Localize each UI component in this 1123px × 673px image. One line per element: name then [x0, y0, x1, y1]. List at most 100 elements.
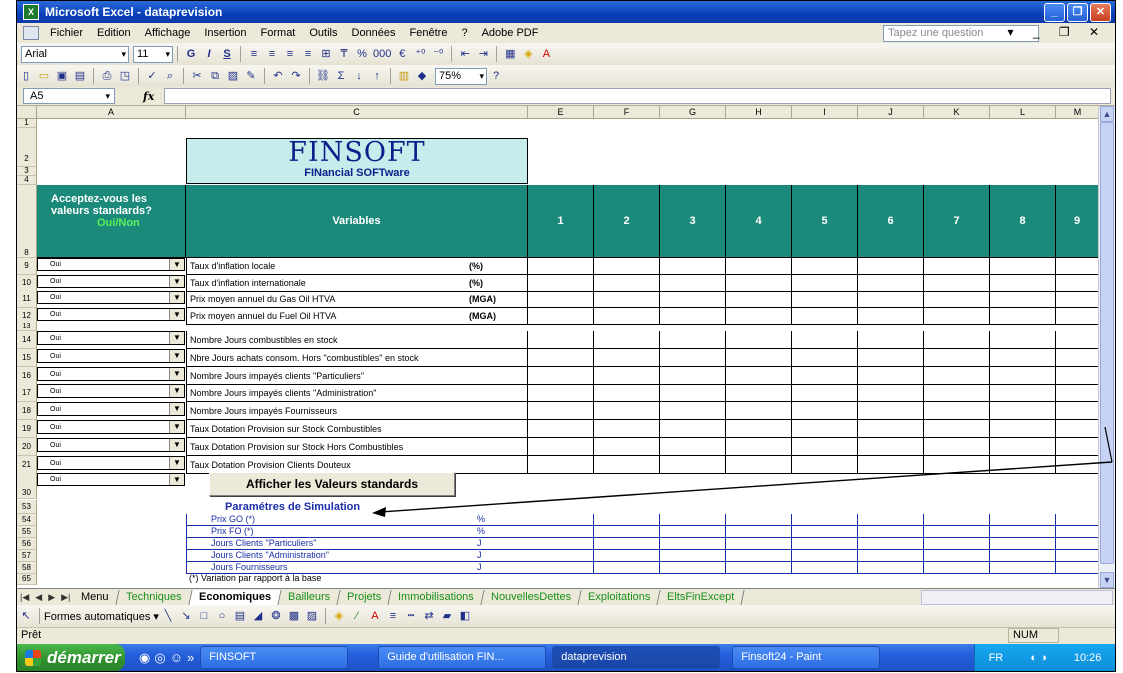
font-size-select[interactable]: 11: [133, 45, 173, 63]
simulation-value-cell[interactable]: [1056, 550, 1099, 562]
font-name-select[interactable]: Arial: [21, 45, 129, 63]
column-header[interactable]: G: [660, 106, 726, 119]
value-cell[interactable]: [726, 348, 792, 367]
value-cell[interactable]: [660, 291, 726, 308]
value-cell[interactable]: [660, 437, 726, 456]
value-cell[interactable]: [858, 274, 924, 292]
value-cell[interactable]: [528, 331, 594, 349]
value-cell[interactable]: [660, 384, 726, 403]
value-cell[interactable]: [528, 402, 594, 421]
simulation-value-cell[interactable]: [792, 550, 858, 562]
dropdown-arrow-icon[interactable]: ▼: [169, 259, 184, 270]
simulation-value-cell[interactable]: [726, 514, 792, 526]
variable-label-cell[interactable]: Taux Dotation Provision Clients Douteux: [186, 455, 528, 474]
merge-center-icon[interactable]: ⊞: [319, 47, 333, 61]
menu-donnees[interactable]: Données: [352, 27, 396, 39]
3d-icon[interactable]: ◧: [458, 609, 472, 623]
task-finsoft[interactable]: FINSOFT: [200, 646, 349, 669]
column-header[interactable]: M: [1056, 106, 1099, 119]
simulation-value-cell[interactable]: [858, 550, 924, 562]
column-header[interactable]: F: [594, 106, 660, 119]
value-cell[interactable]: [660, 274, 726, 292]
sheet-tab[interactable]: Menu: [71, 589, 120, 605]
row-header[interactable]: 2: [17, 128, 37, 167]
sheet-tab[interactable]: Projets: [337, 589, 392, 605]
value-cell[interactable]: [858, 402, 924, 421]
autoshapes-menu[interactable]: Formes automatiques ▾: [44, 610, 159, 623]
column-header[interactable]: C: [186, 106, 528, 119]
menu-fichier[interactable]: Fichier: [50, 27, 83, 39]
simulation-value-cell[interactable]: [924, 550, 990, 562]
dropdown-arrow-icon[interactable]: ▼: [169, 275, 184, 287]
value-cell[interactable]: [792, 348, 858, 367]
select-objects-icon[interactable]: ↖: [19, 609, 33, 623]
value-cell[interactable]: [726, 307, 792, 325]
value-cell[interactable]: [858, 307, 924, 325]
dropdown-arrow-icon[interactable]: ▼: [169, 474, 184, 485]
arrow-style-icon[interactable]: ⇄: [422, 609, 436, 623]
value-cell[interactable]: [726, 274, 792, 292]
value-cell[interactable]: [792, 420, 858, 438]
row-header[interactable]: 1: [17, 119, 37, 128]
menu-outils[interactable]: Outils: [309, 27, 337, 39]
simulation-value-cell[interactable]: [726, 538, 792, 550]
row-header[interactable]: 10: [17, 274, 37, 292]
sheet-tab[interactable]: Economiques: [188, 589, 282, 605]
accept-dropdown[interactable]: Oui ▼: [37, 348, 185, 363]
borders-icon[interactable]: ▦: [503, 47, 517, 61]
value-cell[interactable]: [1056, 384, 1099, 403]
clipart-icon[interactable]: ▩: [287, 609, 301, 623]
shadow-icon[interactable]: ▰: [440, 609, 454, 623]
tray-icons[interactable]: ◐ ◑: [1030, 652, 1046, 664]
simulation-value-cell[interactable]: [990, 550, 1056, 562]
document-window-controls[interactable]: ▾ _ ❐ ✕: [1007, 25, 1107, 39]
simulation-value-cell[interactable]: [924, 526, 990, 538]
format-painter-icon[interactable]: ✎: [244, 69, 258, 83]
variable-label-cell[interactable]: Taux d'inflation internationale (%): [186, 274, 528, 292]
formula-input[interactable]: [164, 88, 1111, 104]
permission-icon[interactable]: ▤: [73, 69, 87, 83]
new-icon[interactable]: ▯: [19, 69, 33, 83]
value-cell[interactable]: [726, 258, 792, 275]
simulation-value-cell[interactable]: [1056, 538, 1099, 550]
row-header[interactable]: 20: [17, 437, 37, 456]
value-cell[interactable]: [528, 274, 594, 292]
italic-icon[interactable]: I: [202, 47, 216, 61]
simulation-value-cell[interactable]: [990, 526, 1056, 538]
simulation-value-cell[interactable]: [660, 538, 726, 550]
zoom-select[interactable]: 75%: [435, 67, 487, 85]
accept-dropdown[interactable]: Oui ▼: [37, 455, 185, 470]
sort-descending-icon[interactable]: ↑: [370, 69, 384, 83]
value-cell[interactable]: [660, 307, 726, 325]
value-cell[interactable]: [528, 291, 594, 308]
value-cell[interactable]: [1056, 331, 1099, 349]
row-header[interactable]: 8: [17, 185, 37, 258]
simulation-value-cell[interactable]: [924, 514, 990, 526]
value-cell[interactable]: [990, 455, 1056, 474]
task-guide[interactable]: Guide d'utilisation FIN...: [378, 646, 547, 669]
textbox-icon[interactable]: ▤: [233, 609, 247, 623]
column-header[interactable]: A: [37, 106, 186, 119]
increase-indent-icon[interactable]: ⇥: [476, 47, 490, 61]
menu-format[interactable]: Format: [261, 27, 296, 39]
value-cell[interactable]: [990, 274, 1056, 292]
simulation-value-cell[interactable]: [594, 562, 660, 574]
excel-app-icon[interactable]: X: [23, 4, 39, 20]
media-icon[interactable]: ◎: [154, 650, 165, 666]
value-cell[interactable]: [990, 291, 1056, 308]
sheet-tab[interactable]: Techniques: [116, 589, 193, 605]
align-center-icon[interactable]: ≡: [265, 47, 279, 61]
value-cell[interactable]: [1056, 274, 1099, 292]
value-cell[interactable]: [858, 420, 924, 438]
value-cell[interactable]: [528, 307, 594, 325]
value-cell[interactable]: [660, 366, 726, 385]
value-cell[interactable]: [1056, 291, 1099, 308]
prev-sheet-icon[interactable]: ◀: [35, 592, 42, 603]
column-header[interactable]: K: [924, 106, 990, 119]
simulation-value-cell[interactable]: [1056, 562, 1099, 574]
row-header[interactable]: 19: [17, 420, 37, 438]
start-button[interactable]: démarrer: [17, 644, 125, 671]
next-sheet-icon[interactable]: ▶: [48, 592, 55, 603]
document-icon[interactable]: [23, 26, 39, 40]
value-cell[interactable]: [594, 291, 660, 308]
